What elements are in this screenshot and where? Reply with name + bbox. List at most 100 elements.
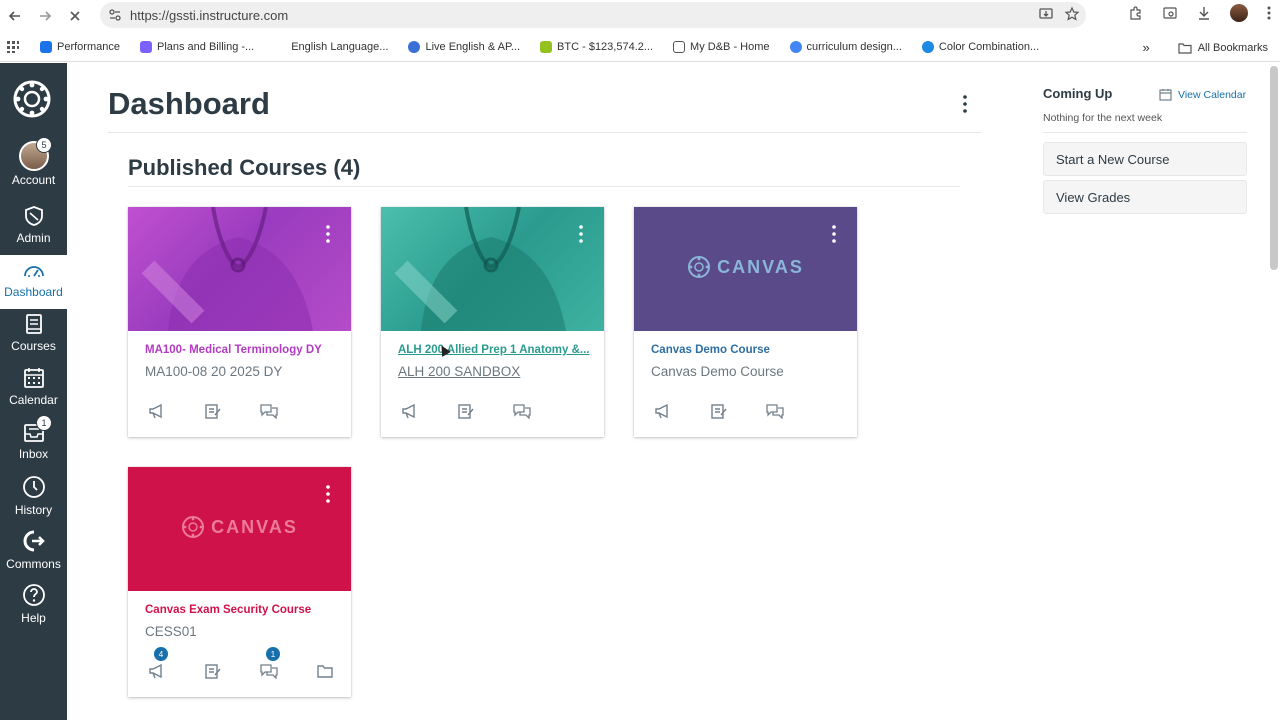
bookmark-label: Color Combination... — [938, 40, 1040, 53]
bookmark-label: Plans and Billing -... — [156, 40, 255, 53]
nav-admin[interactable]: Admin — [0, 201, 67, 255]
nav-dashboard[interactable]: Dashboard — [0, 255, 67, 309]
course-name-link[interactable]: MA100- Medical Terminology DY — [145, 344, 339, 356]
canvas-wordmark: CANVAS — [211, 516, 298, 537]
profile-avatar[interactable] — [1230, 4, 1248, 22]
nav-account[interactable]: Account 5 — [0, 137, 67, 191]
announcements-button[interactable]: 4 — [148, 647, 168, 679]
nav-history[interactable]: History — [0, 471, 67, 525]
assignments-button[interactable] — [204, 403, 222, 419]
card-options-icon[interactable] — [578, 225, 584, 243]
files-button[interactable] — [316, 663, 334, 679]
unread-count-badge: 4 — [154, 647, 168, 661]
canvas-logo-icon[interactable] — [12, 79, 52, 119]
card-options-icon[interactable] — [831, 225, 837, 243]
bookmark-item[interactable]: English Language... — [274, 40, 389, 53]
bookmark-item[interactable]: Performance — [40, 40, 120, 53]
all-bookmarks-link[interactable]: All Bookmarks — [1198, 42, 1268, 54]
apps-grid-icon[interactable] — [6, 40, 20, 54]
bookmark-favicon — [921, 40, 934, 53]
canvas-watermark: CANVAS — [128, 515, 351, 539]
nav-commons[interactable]: Commons — [0, 525, 67, 579]
course-card-image[interactable] — [381, 207, 604, 331]
course-card[interactable]: CANVAS Canvas Exam Security Course CESS0… — [128, 467, 351, 697]
nav-label: History — [14, 503, 53, 517]
nav-label: Courses — [11, 339, 56, 353]
card-options-icon[interactable] — [325, 485, 331, 503]
forward-button[interactable] — [30, 2, 60, 30]
bookmark-item[interactable]: curriculum design... — [789, 40, 902, 53]
discussions-button[interactable] — [766, 403, 784, 420]
address-bar[interactable]: https://gssti.instructure.com — [100, 2, 1086, 28]
tab-search-icon[interactable] — [1162, 5, 1178, 21]
view-grades-button[interactable]: View Grades — [1043, 180, 1247, 214]
discussions-button[interactable] — [513, 403, 531, 420]
stop-loading-button[interactable] — [60, 2, 90, 30]
discussion-icon — [260, 664, 278, 680]
course-card-image[interactable]: CANVAS — [634, 207, 857, 331]
discussions-button[interactable] — [260, 403, 278, 420]
nav-label: Dashboard — [4, 285, 63, 299]
calendar-icon — [1159, 89, 1172, 101]
assignments-button[interactable] — [710, 403, 728, 419]
course-card-image[interactable] — [128, 207, 351, 331]
course-card[interactable]: MA100- Medical Terminology DY MA100-08 2… — [128, 207, 351, 437]
more-bookmarks-icon[interactable]: » — [1142, 40, 1149, 55]
announcements-button[interactable] — [148, 403, 166, 419]
course-name-link[interactable]: ALH 200 Allied Prep 1 Anatomy &... — [398, 344, 592, 356]
view-calendar-link[interactable]: View Calendar — [1159, 88, 1246, 101]
assignment-icon — [205, 404, 221, 419]
view-calendar-label: View Calendar — [1178, 88, 1247, 101]
nav-help[interactable]: Help — [0, 579, 67, 633]
discussion-icon — [260, 404, 278, 420]
bookmark-label: My D&B - Home — [690, 40, 770, 53]
bookmark-item[interactable]: Color Combination... — [921, 40, 1040, 53]
bookmark-favicon — [789, 40, 802, 53]
assignment-icon — [458, 404, 474, 419]
install-app-icon[interactable] — [1038, 6, 1054, 22]
page-title: Dashboard — [108, 86, 270, 121]
start-new-course-button[interactable]: Start a New Course — [1043, 142, 1247, 176]
course-card[interactable]: ALH 200 Allied Prep 1 Anatomy &... ALH 2… — [381, 207, 604, 437]
nav-inbox[interactable]: Inbox 1 — [0, 415, 67, 471]
browser-menu-icon[interactable] — [1266, 5, 1272, 21]
bookmark-item[interactable]: BTC - $123,574.2... — [540, 40, 654, 53]
site-info-icon[interactable] — [106, 6, 124, 24]
nav-courses[interactable]: Courses — [0, 309, 67, 363]
card-options-icon[interactable] — [325, 225, 331, 243]
bookmark-favicon — [540, 40, 553, 53]
nav-calendar[interactable]: Calendar — [0, 363, 67, 417]
course-code: CESS01 — [145, 624, 197, 639]
bookmark-item[interactable]: My D&B - Home — [673, 40, 770, 53]
megaphone-icon — [402, 403, 415, 419]
nav-label: Admin — [16, 231, 51, 245]
notification-badge: 5 — [36, 137, 52, 153]
back-button[interactable] — [0, 2, 30, 30]
course-name-link[interactable]: Canvas Exam Security Course — [145, 604, 339, 616]
shield-icon — [24, 206, 43, 226]
nav-label: Help — [21, 611, 46, 625]
megaphone-icon — [655, 403, 668, 419]
assignments-button[interactable] — [457, 403, 475, 419]
page-scrollbar[interactable] — [1270, 66, 1278, 270]
course-name-link[interactable]: Canvas Demo Course — [651, 344, 845, 356]
nav-label: Account — [11, 173, 56, 187]
bookmark-item[interactable]: Live English & AP... — [408, 40, 520, 53]
announcements-button[interactable] — [401, 403, 419, 419]
bookmark-label: English Language... — [291, 40, 389, 53]
folder-icon — [317, 665, 333, 678]
bookmark-favicon — [408, 40, 421, 53]
course-card-image[interactable]: CANVAS — [128, 467, 351, 591]
discussions-button[interactable]: 1 — [260, 647, 280, 680]
bookmark-label: BTC - $123,574.2... — [557, 40, 654, 53]
extensions-icon[interactable] — [1128, 5, 1144, 21]
bookmark-favicon — [673, 40, 686, 53]
assignments-button[interactable] — [204, 663, 222, 679]
nav-label: Calendar — [9, 393, 58, 407]
announcements-button[interactable] — [654, 403, 672, 419]
bookmark-star-icon[interactable] — [1064, 6, 1080, 22]
download-icon[interactable] — [1196, 5, 1212, 21]
course-card[interactable]: CANVAS Canvas Demo Course Canvas Demo Co… — [634, 207, 857, 437]
dashboard-options-icon[interactable] — [958, 94, 972, 114]
bookmark-item[interactable]: Plans and Billing -... — [139, 40, 255, 53]
